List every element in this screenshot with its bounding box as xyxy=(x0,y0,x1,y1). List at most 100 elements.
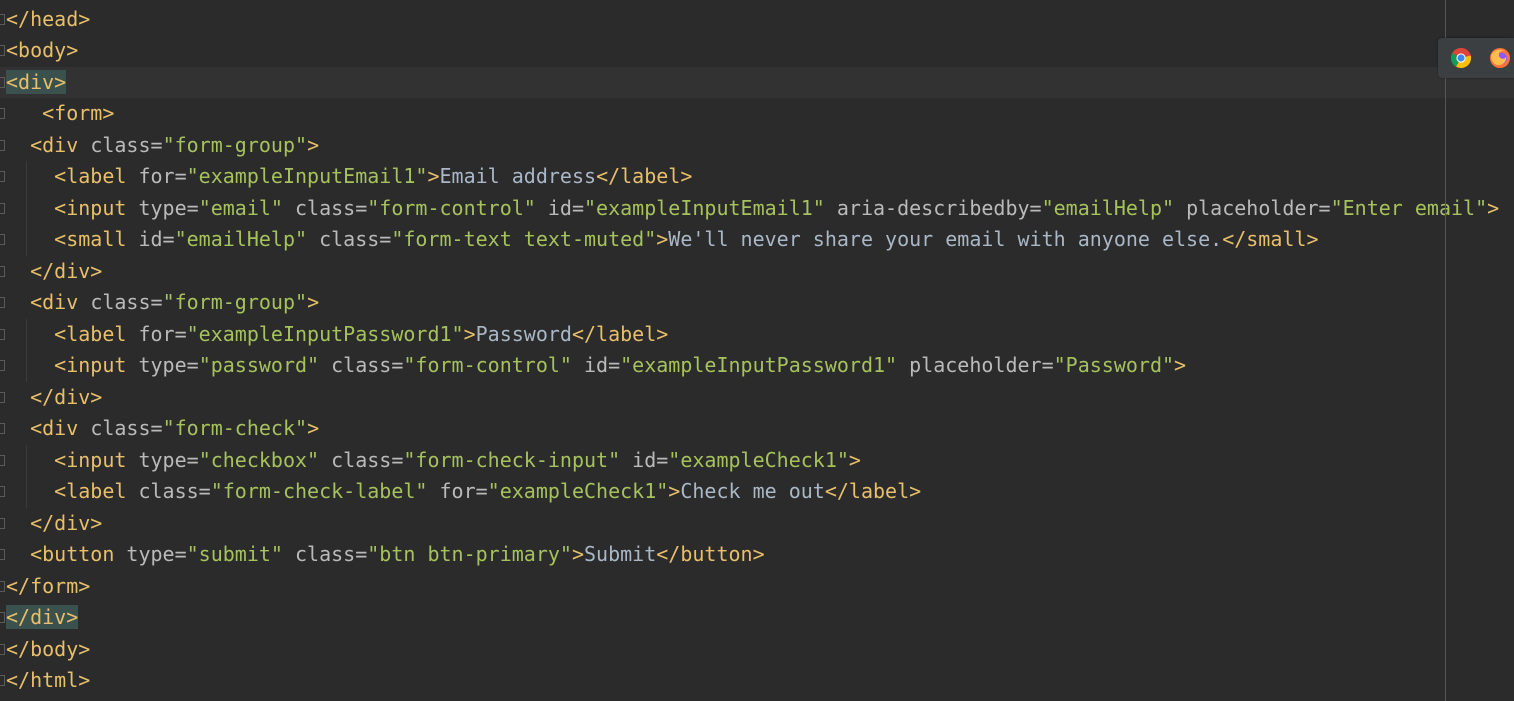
code-line[interactable]: <button type="submit" class="btn btn-pri… xyxy=(0,539,1514,571)
code-token: "exampleCheck1" xyxy=(487,479,669,503)
code-lines[interactable]: </head> <body> <div> <form> <div class="fo… xyxy=(0,4,1514,697)
code-line[interactable]: <label for="exampleInputPassword1">Passw… xyxy=(0,318,1514,350)
browser-preview-bar xyxy=(1438,38,1514,78)
code-token: <div xyxy=(30,290,91,314)
code-line[interactable]: <body> xyxy=(0,35,1514,67)
code-token: > xyxy=(307,290,320,314)
fold-marker-icon[interactable] xyxy=(0,76,5,88)
fold-marker-icon[interactable] xyxy=(0,234,5,245)
code-token: </div> xyxy=(30,510,103,535)
fold-marker-icon[interactable] xyxy=(0,202,5,214)
fold-marker-icon[interactable] xyxy=(0,612,5,623)
code-token: "form-check-label" xyxy=(210,479,440,503)
code-token: "form-group" xyxy=(162,132,308,157)
code-token: > xyxy=(668,479,681,503)
code-token: class= xyxy=(90,290,163,314)
code-token: </div> xyxy=(30,384,103,409)
code-token: <small xyxy=(54,227,139,251)
code-token: > xyxy=(1174,353,1187,377)
code-token: "btn btn-primary" xyxy=(367,542,572,566)
code-editor[interactable]: </head> <body> <div> <form> <div class="fo… xyxy=(0,0,1514,701)
code-token: "form-control" xyxy=(403,353,585,377)
fold-marker-icon[interactable] xyxy=(0,171,5,182)
code-token: </label> xyxy=(571,321,669,346)
fold-marker-icon[interactable] xyxy=(0,328,5,340)
code-line[interactable]: </form> xyxy=(0,571,1514,603)
code-token: class= xyxy=(331,447,404,472)
indent-guide xyxy=(26,161,27,193)
fold-marker-icon[interactable] xyxy=(0,580,5,592)
code-token: > xyxy=(571,542,585,566)
fold-marker-icon[interactable] xyxy=(0,454,5,466)
code-token: "exampleInputPassword1" xyxy=(186,321,464,346)
code-token: "email" xyxy=(198,195,296,220)
fold-marker-icon[interactable] xyxy=(0,391,5,403)
fold-marker-icon[interactable] xyxy=(0,643,5,655)
fold-marker-icon[interactable] xyxy=(0,517,5,529)
code-token: </small> xyxy=(1222,227,1319,251)
code-token: <div xyxy=(30,132,91,157)
indent-guide xyxy=(26,192,27,224)
code-line[interactable]: <input type="checkbox" class="form-check… xyxy=(0,444,1514,476)
code-token: class= xyxy=(295,195,368,220)
code-token: </body> xyxy=(6,636,91,661)
fold-marker-icon[interactable] xyxy=(0,13,5,25)
code-token: <label xyxy=(54,321,139,346)
code-token: <input xyxy=(54,195,139,220)
code-token: We'll never share your email with anyone… xyxy=(668,227,1223,251)
fold-marker-icon[interactable] xyxy=(0,108,5,119)
code-token: id= xyxy=(138,227,175,251)
right-margin-guide xyxy=(1445,0,1446,701)
indent-guide xyxy=(26,350,27,382)
code-line[interactable]: <label for="exampleInputEmail1">Email ad… xyxy=(0,161,1514,193)
code-token: class= xyxy=(138,479,211,503)
code-line[interactable]: <div class="form-group"> xyxy=(0,287,1514,319)
code-line[interactable]: </div> xyxy=(0,508,1514,540)
chrome-icon[interactable] xyxy=(1450,47,1472,69)
fold-marker-icon[interactable] xyxy=(0,45,5,56)
code-line[interactable]: <input type="email" class="form-control"… xyxy=(0,192,1514,224)
code-line[interactable]: <input type="password" class="form-contr… xyxy=(0,350,1514,382)
code-token: </button> xyxy=(656,542,765,566)
code-line[interactable]: <div class="form-check"> xyxy=(0,413,1514,445)
code-line[interactable]: </head> xyxy=(0,4,1514,36)
firefox-icon[interactable] xyxy=(1489,47,1511,69)
code-token: <input xyxy=(54,447,139,472)
code-line[interactable]: <label class="form-check-label" for="exa… xyxy=(0,476,1514,508)
code-line[interactable]: <div class="form-group"> xyxy=(0,130,1514,162)
code-line[interactable]: </div> xyxy=(0,256,1514,288)
code-line[interactable]: <div> xyxy=(0,66,1514,98)
fold-marker-icon[interactable] xyxy=(0,139,5,151)
code-line[interactable]: <small id="emailHelp" class="form-text t… xyxy=(0,224,1514,256)
code-token: placeholder= xyxy=(909,353,1054,377)
fold-marker-icon[interactable] xyxy=(0,360,5,371)
code-token: > xyxy=(307,416,320,440)
code-token: > xyxy=(427,164,440,188)
code-line[interactable]: </div> xyxy=(0,602,1514,634)
fold-marker-icon[interactable] xyxy=(0,297,5,308)
code-line[interactable]: </html> xyxy=(0,665,1514,697)
code-token: "submit" xyxy=(186,542,296,566)
fold-marker-icon[interactable] xyxy=(0,423,5,434)
code-token: class= xyxy=(90,416,163,440)
fold-marker-icon[interactable] xyxy=(0,265,5,277)
code-line[interactable]: <form> xyxy=(0,98,1514,130)
fold-marker-icon[interactable] xyxy=(0,675,5,686)
fold-marker-icon[interactable] xyxy=(0,486,5,497)
code-token: id= xyxy=(547,195,585,220)
code-token: <button xyxy=(30,542,127,566)
fold-marker-icon[interactable] xyxy=(0,549,5,560)
code-token: "checkbox" xyxy=(198,447,332,472)
code-token: > xyxy=(656,227,669,251)
code-line[interactable]: </body> xyxy=(0,634,1514,666)
code-line[interactable]: </div> xyxy=(0,382,1514,414)
code-token: <label xyxy=(54,164,139,188)
code-token: </form> xyxy=(6,573,91,598)
